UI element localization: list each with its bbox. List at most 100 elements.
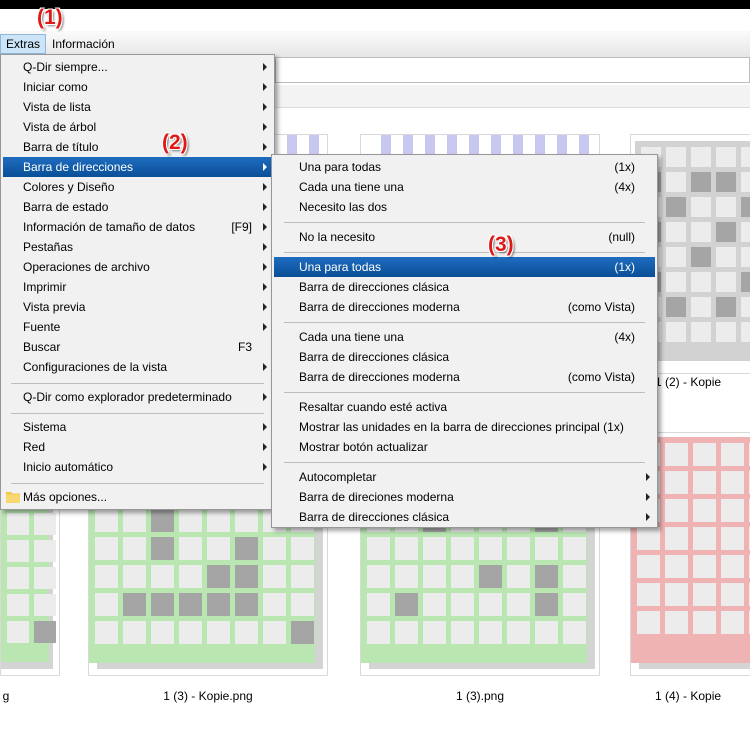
submenu-item-cada-una[interactable]: Cada una tiene una (4x) <box>274 177 655 197</box>
menu-item-label: Barra de título <box>23 140 99 154</box>
menu-item-info-tamano[interactable]: Información de tamaño de datos [F9] <box>3 217 272 237</box>
menu-item-vista-arbol[interactable]: Vista de árbol <box>3 117 272 137</box>
submenu-item-clasica-sub[interactable]: Barra de direcciones clásica <box>274 507 655 527</box>
menu-item-label: Barra de direcciones clásica <box>299 280 450 294</box>
file-caption[interactable]: g <box>0 688 16 704</box>
submenu-arrow-icon <box>263 223 267 231</box>
submenu-arrow-icon <box>263 123 267 131</box>
menu-item-vista-lista[interactable]: Vista de lista <box>3 97 272 117</box>
submenu-arrow-icon <box>646 513 650 521</box>
menu-item-shortcut: (null) <box>608 230 635 244</box>
submenu-arrow-icon <box>263 303 267 311</box>
submenu-item-moderna-1x[interactable]: Barra de direcciones moderna (como Vista) <box>274 297 655 317</box>
file-caption[interactable]: 1 (2) - Kopie <box>655 374 750 390</box>
menu-item-label: Pestañas <box>23 240 74 254</box>
menu-item-shortcut: (como Vista) <box>567 300 635 314</box>
annotation-2: (2) <box>162 131 188 154</box>
submenu-arrow-icon <box>263 183 267 191</box>
submenu-item-una-para-todas[interactable]: Una para todas (1x) <box>274 157 655 177</box>
submenu-item-mostrar-unidades[interactable]: Mostrar las unidades en la barra de dire… <box>274 417 655 437</box>
file-caption[interactable]: 1 (3) - Kopie.png <box>88 688 328 704</box>
menu-item-shortcut: (1x) <box>614 160 635 174</box>
menu-separator <box>11 413 264 414</box>
submenu-item-autocompletar[interactable]: Autocompletar <box>274 467 655 487</box>
menu-item-label: Imprimir <box>23 280 67 294</box>
menu-item-label: Barra de direcciones moderna <box>299 300 460 314</box>
menu-separator <box>11 383 264 384</box>
menu-item-pestanas[interactable]: Pestañas <box>3 237 272 257</box>
menu-item-label: Red <box>23 440 46 454</box>
submenu-item-una-para-todas-header[interactable]: Una para todas (1x) <box>274 257 655 277</box>
menu-item-shortcut: [F9] <box>231 220 252 234</box>
submenu-arrow-icon <box>263 423 267 431</box>
submenu-arrow-icon <box>263 263 267 271</box>
menu-item-qdir-siempre[interactable]: Q-Dir siempre... <box>3 57 272 77</box>
menu-item-shortcut: F3 <box>237 340 252 354</box>
extras-menu: Q-Dir siempre... Iniciar como Vista de l… <box>0 54 275 510</box>
menu-item-explorador-predeterminado[interactable]: Q-Dir como explorador predeterminado <box>3 387 272 407</box>
submenu-arrow-icon <box>263 83 267 91</box>
menu-item-shortcut: (4x) <box>614 330 635 344</box>
annotation-1: (1) <box>37 6 63 29</box>
submenu-arrow-icon <box>263 393 267 401</box>
menu-item-label: Barra de direcciones moderna <box>299 370 460 384</box>
menu-item-label: Una para todas <box>299 160 382 174</box>
annotation-3: (3) <box>488 233 514 256</box>
menu-item-sistema[interactable]: Sistema <box>3 417 272 437</box>
submenu-item-no-la-necesito[interactable]: No la necesito (null) <box>274 227 655 247</box>
menu-item-label: Vista de árbol <box>23 120 97 134</box>
menu-item-fuente[interactable]: Fuente <box>3 317 272 337</box>
menu-item-iniciar-como[interactable]: Iniciar como <box>3 77 272 97</box>
submenu-arrow-icon <box>263 143 267 151</box>
menu-item-vista-previa[interactable]: Vista previa <box>3 297 272 317</box>
menu-item-label: Vista de lista <box>23 100 91 114</box>
menu-item-label: Mostrar botón actualizar <box>299 440 428 454</box>
address-bar[interactable] <box>275 57 750 83</box>
menu-item-barra-estado[interactable]: Barra de estado <box>3 197 272 217</box>
menu-item-label: Barra de direcciones clásica <box>299 510 450 524</box>
menu-item-label: Inicio automático <box>23 460 114 474</box>
menu-item-label: Mostrar las unidades en la barra de dire… <box>299 420 624 434</box>
submenu-arrow-icon <box>646 473 650 481</box>
menu-item-inicio-automatico[interactable]: Inicio automático <box>3 457 272 477</box>
menu-item-label: Barra de estado <box>23 200 109 214</box>
menu-item-label: Autocompletar <box>299 470 377 484</box>
menu-item-label: Más opciones... <box>23 490 108 504</box>
menu-separator <box>11 483 264 484</box>
submenu-item-necesito-dos[interactable]: Necesito las dos <box>274 197 655 217</box>
file-caption[interactable]: 1 (3).png <box>360 688 600 704</box>
menu-item-red[interactable]: Red <box>3 437 272 457</box>
submenu-arrow-icon <box>263 323 267 331</box>
menu-item-label: Resaltar cuando esté activa <box>299 400 448 414</box>
menu-separator <box>284 392 645 393</box>
menu-item-barra-direcciones[interactable]: Barra de direcciones <box>3 157 272 177</box>
submenu-item-moderna-4x[interactable]: Barra de direcciones moderna (como Vista) <box>274 367 655 387</box>
menu-item-label: Operaciones de archivo <box>23 260 150 274</box>
submenu-arrow-icon <box>263 283 267 291</box>
menu-item-mas-opciones[interactable]: Más opciones... <box>3 487 272 507</box>
menu-item-colores-diseno[interactable]: Colores y Diseño <box>3 177 272 197</box>
menu-item-imprimir[interactable]: Imprimir <box>3 277 272 297</box>
submenu-item-clasica-4x[interactable]: Barra de direcciones clásica <box>274 347 655 367</box>
menu-item-label: Cada una tiene una <box>299 330 404 344</box>
menu-item-label: No la necesito <box>299 230 376 244</box>
menu-item-label: Q-Dir como explorador predeterminado <box>23 390 232 404</box>
submenu-item-cada-una-header[interactable]: Cada una tiene una (4x) <box>274 327 655 347</box>
menu-item-label: Necesito las dos <box>299 200 388 214</box>
menu-item-config-vista[interactable]: Configuraciones de la vista <box>3 357 272 377</box>
menu-item-barra-titulo[interactable]: Barra de título <box>3 137 272 157</box>
submenu-item-mostrar-actualizar[interactable]: Mostrar botón actualizar <box>274 437 655 457</box>
submenu-arrow-icon <box>263 163 267 171</box>
submenu-item-resaltar[interactable]: Resaltar cuando esté activa <box>274 397 655 417</box>
menu-item-buscar[interactable]: Buscar F3 <box>3 337 272 357</box>
submenu-item-moderna-sub[interactable]: Barra de direciones moderna <box>274 487 655 507</box>
menu-informacion[interactable]: Información <box>47 35 120 53</box>
submenu-arrow-icon <box>263 243 267 251</box>
menu-extras[interactable]: Extras <box>0 34 47 54</box>
menu-item-operaciones-archivo[interactable]: Operaciones de archivo <box>3 257 272 277</box>
menu-item-shortcut: (1x) <box>614 260 635 274</box>
menu-item-label: Vista previa <box>23 300 86 314</box>
menu-item-label: Fuente <box>23 320 61 334</box>
file-caption[interactable]: 1 (4) - Kopie <box>655 688 750 704</box>
submenu-item-clasica-1x[interactable]: Barra de direcciones clásica <box>274 277 655 297</box>
